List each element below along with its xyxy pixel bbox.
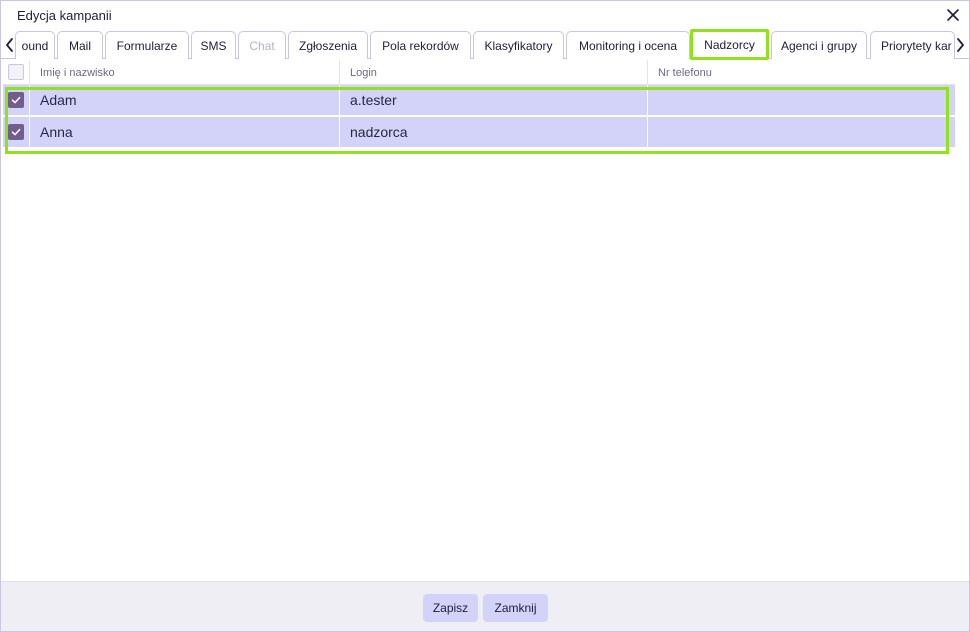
tab-agenci-i-grupy[interactable]: Agenci i grupy	[771, 31, 867, 59]
column-header-name[interactable]: Imię i nazwisko	[29, 60, 339, 85]
title-bar: Edycja kampanii	[1, 1, 969, 31]
check-icon	[11, 96, 21, 104]
cell-phone	[647, 85, 955, 115]
check-icon	[11, 128, 21, 136]
table-row[interactable]: Anna nadzorca	[3, 117, 955, 149]
cell-name: Adam	[29, 85, 339, 115]
table-header: Imię i nazwisko Login Nr telefonu	[3, 60, 955, 85]
column-header-login[interactable]: Login	[339, 60, 647, 85]
column-header-phone[interactable]: Nr telefonu	[647, 60, 955, 85]
tab-monitoring-i-ocena[interactable]: Monitoring i ocena	[566, 31, 690, 59]
select-all-checkbox[interactable]	[8, 64, 24, 80]
table-row[interactable]: Adam a.tester	[3, 85, 955, 117]
dialog-title: Edycja kampanii	[17, 8, 112, 23]
tab-priorytety[interactable]: Priorytety kar	[870, 31, 955, 59]
tab-inbound[interactable]: ound	[15, 31, 55, 59]
tab-klasyfikatory[interactable]: Klasyfikatory	[473, 31, 564, 59]
tab-formularze[interactable]: Formularze	[105, 31, 189, 59]
dialog-footer: Zapisz Zamknij	[1, 581, 969, 631]
save-button[interactable]: Zapisz	[423, 594, 478, 622]
tab-sms[interactable]: SMS	[191, 31, 236, 59]
close-button[interactable]: Zamknij	[483, 594, 548, 622]
tab-bar: ound Mail Formularze SMS Chat Zgłoszenia…	[1, 29, 969, 60]
row-checkbox[interactable]	[8, 124, 24, 140]
cell-phone	[647, 117, 955, 147]
close-icon[interactable]	[945, 7, 961, 23]
campaign-edit-dialog: Edycja kampanii ound Mail Formularze SMS…	[0, 0, 970, 632]
tab-zgloszenia[interactable]: Zgłoszenia	[288, 31, 368, 59]
tab-chat[interactable]: Chat	[238, 31, 286, 59]
row-checkbox[interactable]	[8, 92, 24, 108]
cell-login: a.tester	[339, 85, 647, 115]
cell-login: nadzorca	[339, 117, 647, 147]
tab-mail[interactable]: Mail	[57, 31, 103, 59]
cell-name: Anna	[29, 117, 339, 147]
tab-pola-rekordow[interactable]: Pola rekordów	[370, 31, 471, 59]
chevron-right-icon[interactable]	[953, 35, 967, 55]
tab-nadzorcy[interactable]: Nadzorcy	[690, 29, 769, 60]
supervisors-table: Imię i nazwisko Login Nr telefonu Adam a…	[3, 60, 955, 149]
